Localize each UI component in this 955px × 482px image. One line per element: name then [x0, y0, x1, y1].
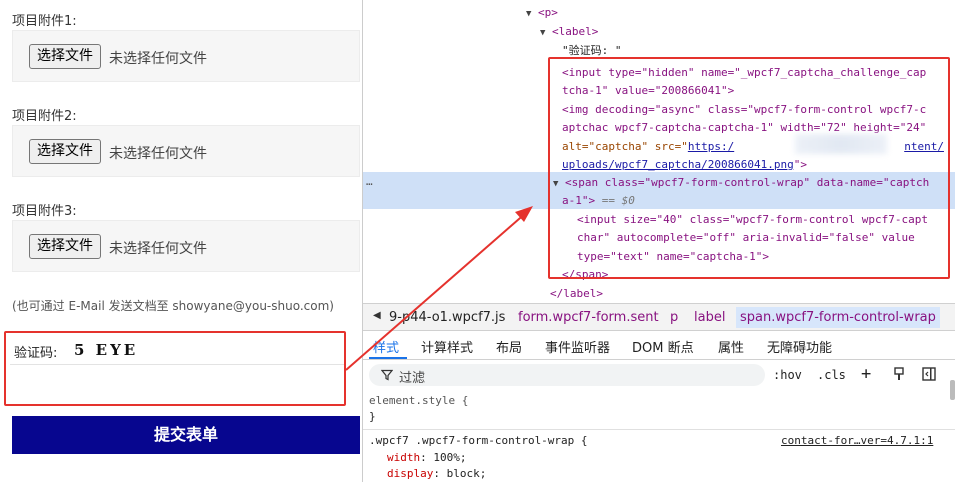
file-status-3: 未选择任何文件 — [109, 241, 207, 257]
email-note: (也可通过 E-Mail 发送文档至 showyane@you-shuo.com… — [12, 299, 334, 313]
new-rule-plus-icon[interactable]: + — [861, 364, 871, 384]
tab-styles[interactable]: 样式 — [373, 337, 399, 356]
paint-brush-icon[interactable] — [891, 366, 907, 382]
dom-highlight-box — [548, 57, 950, 279]
breadcrumb-item[interactable]: 9-p44-o1.wpcf7.js — [389, 310, 505, 325]
tab-accessibility[interactable]: 无障碍功能 — [767, 337, 832, 356]
rule-declaration-width[interactable]: width: 100%; — [387, 450, 467, 466]
toggle-sidebar-icon[interactable] — [921, 366, 937, 382]
captcha-highlight-box: 验证码: 5 EYE — [4, 331, 346, 406]
dom-line-label-close[interactable]: </label> — [550, 285, 603, 303]
styles-pane: element.style { } .wpcf7 .wpcf7-form-con… — [363, 389, 955, 482]
filter-bar: 过滤 :hov .cls + — [363, 361, 955, 389]
choose-file-button-1[interactable]: 选择文件 — [29, 44, 101, 69]
choose-file-button-2[interactable]: 选择文件 — [29, 139, 101, 164]
elements-tree: … ▼ <p> ▼ <label> "验证码: " <input type="h… — [363, 0, 955, 302]
captcha-image: 5 EYE — [74, 341, 139, 359]
tab-layout[interactable]: 布局 — [496, 337, 522, 356]
breadcrumb-item-active[interactable]: span.wpcf7-form-control-wrap — [736, 307, 940, 328]
attachment-1-field: 选择文件 未选择任何文件 — [12, 30, 360, 82]
captcha-label: 验证码: — [14, 346, 58, 361]
rule-selector[interactable]: .wpcf7 .wpcf7-form-control-wrap { — [369, 433, 588, 449]
active-tab-indicator — [369, 357, 407, 359]
rule-divider — [363, 429, 955, 430]
tab-computed[interactable]: 计算样式 — [421, 337, 473, 356]
scrollbar[interactable] — [950, 380, 955, 400]
breadcrumb-item[interactable]: form.wpcf7-form.sent — [518, 310, 659, 325]
attachment-2-label: 项目附件2: — [12, 109, 77, 124]
attachment-1-label: 项目附件1: — [12, 14, 77, 29]
node-actions-icon[interactable]: … — [366, 173, 373, 191]
choose-file-button-3[interactable]: 选择文件 — [29, 234, 101, 259]
tab-dom-breakpoints[interactable]: DOM 断点 — [632, 337, 694, 356]
submit-button[interactable]: 提交表单 — [12, 416, 360, 454]
hov-toggle[interactable]: :hov — [773, 368, 802, 382]
breadcrumb-item[interactable]: p — [670, 310, 678, 325]
attachment-2-field: 选择文件 未选择任何文件 — [12, 125, 360, 177]
breadcrumb-item[interactable]: label — [694, 310, 725, 325]
element-style-selector[interactable]: element.style { — [369, 393, 468, 409]
form-panel: 项目附件1: 选择文件 未选择任何文件 项目附件2: 选择文件 未选择任何文件 … — [0, 0, 362, 482]
filter-icon — [381, 369, 393, 381]
chevron-left-icon[interactable]: ◀ — [373, 310, 381, 321]
captcha-input-line[interactable] — [10, 364, 344, 365]
dom-line-label[interactable]: ▼ <label> — [540, 23, 598, 42]
styles-tabs: 样式 计算样式 布局 事件监听器 DOM 断点 属性 无障碍功能 — [363, 331, 955, 360]
rule-declaration-display[interactable]: display: block; — [387, 466, 486, 482]
filter-placeholder: 过滤 — [399, 371, 426, 386]
filter-input[interactable] — [369, 364, 765, 386]
file-status-2: 未选择任何文件 — [109, 146, 207, 162]
attachment-3-label: 项目附件3: — [12, 204, 77, 219]
dom-line-p[interactable]: ▼ <p> — [526, 4, 558, 23]
element-style-close: } — [369, 410, 376, 423]
attachment-3-field: 选择文件 未选择任何文件 — [12, 220, 360, 272]
breadcrumb: ◀ 9-p44-o1.wpcf7.js form.wpcf7-form.sent… — [363, 303, 955, 331]
cls-toggle[interactable]: .cls — [817, 368, 846, 382]
devtools-panel: … ▼ <p> ▼ <label> "验证码: " <input type="h… — [362, 0, 955, 482]
tab-event-listeners[interactable]: 事件监听器 — [545, 337, 610, 356]
tab-properties[interactable]: 属性 — [718, 337, 744, 356]
file-status-1: 未选择任何文件 — [109, 51, 207, 67]
rule-source-link[interactable]: contact-for…ver=4.7.1:1 — [781, 433, 933, 449]
